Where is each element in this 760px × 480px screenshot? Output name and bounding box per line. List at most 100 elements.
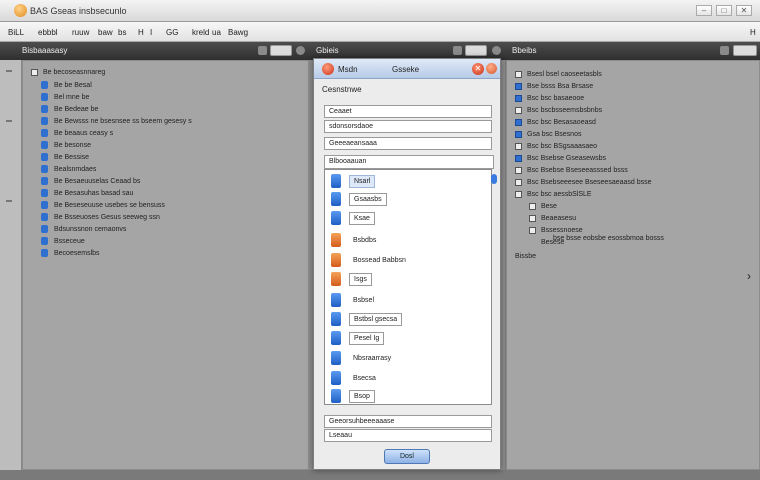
menu-item[interactable]: I bbox=[150, 28, 152, 37]
dialog-field-2[interactable]: sdonsorsdaoe bbox=[324, 120, 492, 133]
tree-item[interactable]: Be Bsseuoses Gesus seeweg ssn bbox=[41, 212, 160, 222]
checkbox[interactable] bbox=[515, 178, 522, 186]
dialog-field-3[interactable]: Geeeaeansaaa bbox=[324, 137, 492, 150]
dialog-footer-field-1[interactable]: Geeorsuhbeeeaaase bbox=[324, 415, 492, 428]
orange-doc-icon bbox=[331, 272, 341, 286]
tree-item[interactable]: Be Bewsss ne bsesnsee ss bseem gesesy s bbox=[41, 116, 192, 126]
right-list-row[interactable]: Bsc bsc Besasaoeasd bbox=[515, 117, 596, 127]
tree-item[interactable]: Be Bedeae be bbox=[41, 104, 98, 114]
menu-item[interactable]: bs bbox=[118, 28, 126, 37]
checkbox[interactable] bbox=[529, 214, 536, 222]
menu-item[interactable]: GG bbox=[166, 28, 178, 37]
menu-item[interactable]: baw bbox=[98, 28, 113, 37]
close-button[interactable]: ✕ bbox=[736, 5, 752, 16]
list-item[interactable]: Pesel Ig bbox=[331, 330, 385, 346]
blue-doc-icon bbox=[331, 371, 341, 385]
right-list-row[interactable]: Bsc Bsebse Bseseeasssed bsss bbox=[515, 165, 628, 175]
panel-settings-icon[interactable] bbox=[453, 46, 462, 55]
scroll-thumb[interactable] bbox=[491, 174, 497, 184]
checkbox[interactable] bbox=[515, 70, 522, 78]
maximize-button[interactable]: □ bbox=[716, 5, 732, 16]
panel-close-icon[interactable] bbox=[492, 46, 501, 55]
tree-item[interactable]: Bdsunssnon cemaonvs bbox=[41, 224, 126, 234]
menu-item[interactable]: ruuw bbox=[72, 28, 89, 37]
tree-item[interactable]: Bsseceue bbox=[41, 236, 85, 246]
tree-item[interactable]: Be Besaeuuselas Ceaad bs bbox=[41, 176, 140, 186]
list-item[interactable]: Ksae bbox=[331, 210, 375, 226]
dialog-close-button[interactable]: ✕ bbox=[472, 63, 484, 75]
menu-item[interactable]: Bawg bbox=[228, 28, 248, 37]
ok-button[interactable]: Dosl bbox=[384, 449, 430, 464]
tree-item[interactable]: Becoesemslbs bbox=[41, 248, 100, 258]
panel-close-icon[interactable] bbox=[296, 46, 305, 55]
panel-search-field[interactable] bbox=[733, 45, 757, 56]
tree-item[interactable]: Be beaaus ceasy s bbox=[41, 128, 113, 138]
tree-item[interactable]: Be besonse bbox=[41, 140, 91, 150]
folder-icon bbox=[41, 93, 48, 101]
checkbox[interactable] bbox=[515, 106, 522, 114]
list-item[interactable]: Nsarl bbox=[331, 173, 376, 189]
right-list-row[interactable]: Bsc Bsebse Gseasewsbs bbox=[515, 153, 606, 163]
menu-item[interactable]: H bbox=[750, 28, 756, 37]
menu-item[interactable]: ua bbox=[212, 28, 221, 37]
list-item[interactable]: Bsbdbs bbox=[331, 232, 380, 248]
tree-item[interactable]: Bel mne be bbox=[41, 92, 89, 102]
list-item[interactable]: Bossead Babbsn bbox=[331, 252, 410, 268]
right-list-row[interactable]: Bsc bsc basaeooe bbox=[515, 93, 584, 103]
dialog-footer-field-2[interactable]: Lseaau bbox=[324, 429, 492, 442]
item-list[interactable]: Nsarl Gsaasbs Ksae Bsbdbs Bossead Babbsn… bbox=[324, 169, 497, 405]
list-item[interactable]: Bsop bbox=[331, 388, 375, 404]
checkbox[interactable] bbox=[515, 190, 522, 198]
blue-doc-icon bbox=[331, 389, 341, 403]
panel-settings-icon[interactable] bbox=[720, 46, 729, 55]
minimize-button[interactable]: – bbox=[696, 5, 712, 16]
tree-item[interactable]: Be becoseasnnareg bbox=[31, 67, 105, 77]
menu-item[interactable]: ebbbl bbox=[38, 28, 58, 37]
folder-icon bbox=[41, 201, 48, 209]
right-sub-row[interactable]: Beaeasesu bbox=[529, 213, 576, 223]
panel-search-field[interactable] bbox=[465, 45, 487, 56]
tree-item[interactable]: Be Beseseuuse usebes se bensuss bbox=[41, 200, 165, 210]
checkbox[interactable] bbox=[515, 94, 522, 102]
list-item[interactable]: Bstbsl gsecsa bbox=[331, 311, 403, 327]
tree-item[interactable]: Bealsnmdaes bbox=[41, 164, 96, 174]
checkbox[interactable] bbox=[515, 130, 522, 138]
checkbox[interactable] bbox=[515, 142, 522, 150]
checkbox[interactable] bbox=[515, 154, 522, 162]
panel-search-field[interactable] bbox=[270, 45, 292, 56]
folder-icon bbox=[41, 81, 48, 89]
tree-item[interactable]: Be Bessise bbox=[41, 152, 89, 162]
dialog-minimize-button[interactable] bbox=[486, 63, 497, 74]
list-item[interactable]: Gsaasbs bbox=[331, 191, 387, 207]
right-sub-row[interactable]: Bese bbox=[529, 201, 557, 211]
right-list-row[interactable]: Bsc bscbsseemsbsbnbs bbox=[515, 105, 602, 115]
list-item[interactable]: Isgs bbox=[331, 271, 372, 287]
checkbox[interactable] bbox=[529, 202, 536, 210]
dialog-titlebar: Msdn Gsseke ✕ bbox=[314, 59, 500, 79]
dialog-field-1[interactable]: Ceaaet bbox=[324, 105, 492, 118]
menu-item[interactable]: BiLL bbox=[8, 28, 24, 37]
right-list-row[interactable]: Bsc Bsebseeesee Bseseesaeaasd bsse bbox=[515, 177, 652, 187]
tree-item[interactable]: Be Besasuhas basad sau bbox=[41, 188, 133, 198]
list-item[interactable]: Bsecsa bbox=[331, 370, 380, 386]
right-list-row[interactable]: Bsc bsc aessbSlSLE bbox=[515, 189, 592, 199]
right-panel-footer: Bissbe bbox=[515, 252, 537, 260]
list-item[interactable]: Bsbsel bbox=[331, 292, 378, 308]
folder-icon bbox=[41, 165, 48, 173]
right-list-row[interactable]: Bse bsss Bsa Brsase bbox=[515, 81, 593, 91]
right-list-row[interactable]: Gsa bsc Bsesnos bbox=[515, 129, 581, 139]
checkbox[interactable] bbox=[515, 82, 522, 90]
chevron-right-icon[interactable]: › bbox=[747, 269, 751, 283]
right-list-row[interactable]: Bsc bsc BSgsaaasaeo bbox=[515, 141, 597, 151]
tree-item[interactable]: Be be Besal bbox=[41, 80, 92, 90]
menu-item[interactable]: H bbox=[138, 28, 144, 37]
checkbox[interactable] bbox=[515, 118, 522, 126]
list-item[interactable]: Nbsraarrasy bbox=[331, 350, 395, 366]
checkbox[interactable] bbox=[515, 166, 522, 174]
panel-settings-icon[interactable] bbox=[258, 46, 267, 55]
menu-item[interactable]: kreld bbox=[192, 28, 209, 37]
right-panel: Bsesl bsel caoseetasbls Bse bsss Bsa Brs… bbox=[506, 60, 760, 470]
checkbox-icon[interactable] bbox=[31, 68, 38, 76]
right-list-row[interactable]: bse bsse eobsbe esossbmoa bosss bbox=[515, 233, 664, 243]
right-list-row[interactable]: Bsesl bsel caoseetasbls bbox=[515, 69, 602, 79]
